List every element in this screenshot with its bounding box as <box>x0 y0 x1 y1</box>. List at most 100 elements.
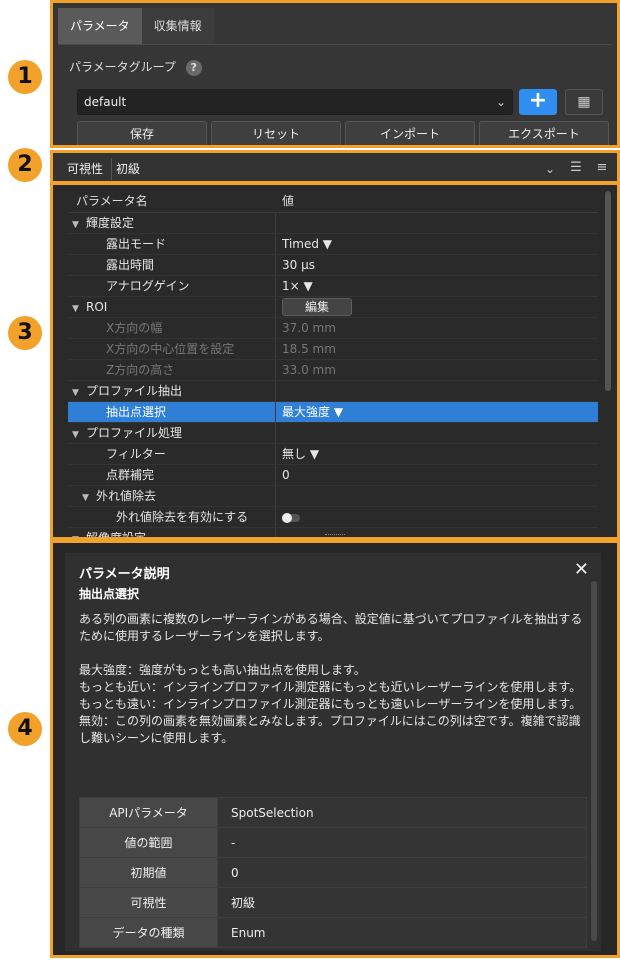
close-icon[interactable]: ✕ <box>574 559 589 580</box>
expand-arrow-icon[interactable]: ▼ <box>72 425 86 443</box>
description-subtitle: 抽出点選択 <box>79 587 140 601</box>
tree-row-label: 外れ値除去を有効にする <box>116 510 249 524</box>
expand-arrow-icon[interactable]: ▼ <box>72 299 86 317</box>
tree-row-label: X方向の中心位置を設定 <box>106 342 235 356</box>
tree-row-value-cell[interactable]: 編集 <box>276 297 352 317</box>
callout-badge-1: 1 <box>8 60 42 94</box>
callout-badge-2: 2 <box>8 148 42 182</box>
tree-scrollbar[interactable] <box>605 191 611 391</box>
tree-row[interactable]: 点群補完 0 <box>68 465 598 486</box>
tree-row-value: 無し ▼ <box>282 447 320 461</box>
table-row: 値の範囲 - <box>79 827 587 858</box>
parameter-tree-panel: パラメータ名 値 ▼ 輝度設定 露出モード Timed ▼ 露出時間 30 μs アナログゲ… <box>50 182 620 540</box>
tab-parameters[interactable]: パラメータ <box>58 8 142 44</box>
visibility-label: 可視性 <box>67 162 104 176</box>
tree-row[interactable]: 露出時間 30 μs <box>68 255 598 276</box>
tree-row[interactable]: X方向の中心位置を設定 18.5 mm <box>68 339 598 360</box>
edit-roi-button[interactable]: 編集 <box>282 298 352 316</box>
collapse-all-icon[interactable]: ≡ <box>593 159 611 177</box>
tree-row[interactable]: ▼ プロファイル処理 <box>68 423 598 444</box>
tree-rows: ▼ 輝度設定 露出モード Timed ▼ 露出時間 30 μs アナログゲイン 1× ▼ ▼ RO… <box>68 213 598 537</box>
tab-collection-info[interactable]: 収集情報 <box>141 8 214 44</box>
tree-row[interactable]: 抽出点選択 最大強度 ▼ <box>68 402 598 423</box>
group-list-button[interactable]: ▦ <box>565 89 603 115</box>
tree-row-name-cell: フィルター <box>68 444 276 464</box>
tree-row-label: フィルター <box>106 447 166 461</box>
expand-arrow-icon[interactable]: ▼ <box>72 383 86 401</box>
info-value: - <box>217 827 587 858</box>
expand-all-icon[interactable]: ☰ <box>567 159 585 177</box>
info-key: 可視性 <box>79 887 218 918</box>
tree-row-value: 33.0 mm <box>282 363 336 377</box>
info-value: SpotSelection <box>217 797 587 828</box>
import-button[interactable]: インポート <box>345 121 475 145</box>
tree-row[interactable]: ▼ 輝度設定 <box>68 213 598 234</box>
info-key: APIパラメータ <box>79 797 218 828</box>
resize-handle[interactable] <box>325 534 345 537</box>
tree-row[interactable]: フィルター 無し ▼ <box>68 444 598 465</box>
tree-row-value-cell[interactable]: 最大強度 ▼ <box>276 402 343 422</box>
tree-row-value: Timed ▼ <box>282 237 333 251</box>
tree-row[interactable]: アナログゲイン 1× ▼ <box>68 276 598 297</box>
tree-row-value-cell[interactable]: Timed ▼ <box>276 234 332 254</box>
tree-row-name-cell: X方向の中心位置を設定 <box>68 339 276 359</box>
tree-row-value: 最大強度 ▼ <box>282 405 344 419</box>
callout-badge-4: 4 <box>8 712 42 746</box>
expand-arrow-icon[interactable]: ▼ <box>72 215 86 233</box>
expand-arrow-icon[interactable]: ▼ <box>82 488 96 506</box>
tree-row-name-cell: 抽出点選択 <box>68 402 276 422</box>
table-row: 可視性 初級 <box>79 887 587 918</box>
tree-row-label: ROI <box>86 300 108 314</box>
tree-row[interactable]: X方向の幅 37.0 mm <box>68 318 598 339</box>
tree-row-name-cell: 点群補完 <box>68 465 276 485</box>
tree-row-name-cell: ▼ プロファイル抽出 <box>68 381 276 401</box>
tree-header: パラメータ名 値 <box>68 189 598 213</box>
tree-row-value-cell[interactable]: 0 <box>276 465 290 485</box>
parameter-group-select[interactable]: default ⌄ <box>77 89 513 115</box>
tree-row-value-cell[interactable] <box>276 507 300 527</box>
parameter-group-value: default <box>84 95 127 109</box>
description-line: 最大強度：強度がもっとも高い抽出点を使用します。 <box>79 663 366 677</box>
tree-row-label: 外れ値除去 <box>96 489 157 503</box>
tree-row-label: 輝度設定 <box>86 216 135 230</box>
tree-row-name-cell: 露出モード <box>68 234 276 254</box>
tree-row-name-cell: ▼ 輝度設定 <box>68 213 276 233</box>
tree-row[interactable]: ▼ 外れ値除去 <box>68 486 598 507</box>
parameter-info-table: APIパラメータ SpotSelection 値の範囲 - 初期値 0 可視性 初級 デ… <box>79 797 587 948</box>
help-icon[interactable]: ? <box>185 59 202 76</box>
tree-row-name-cell: 外れ値除去を有効にする <box>68 507 276 527</box>
table-row: データの種類 Enum <box>79 917 587 948</box>
save-button[interactable]: 保存 <box>77 121 207 145</box>
tree-row[interactable]: 外れ値除去を有効にする <box>68 507 598 528</box>
tree-row-value-cell <box>276 423 282 443</box>
info-key: 値の範囲 <box>79 827 218 858</box>
tree-row[interactable]: 露出モード Timed ▼ <box>68 234 598 255</box>
table-row: APIパラメータ SpotSelection <box>79 797 587 828</box>
tree-row-value: 1× ▼ <box>282 279 313 293</box>
visibility-select[interactable]: 初級 ⌄ <box>111 158 557 180</box>
tree-row[interactable]: ▼ ROI 編集 <box>68 297 598 318</box>
tree-row-value-cell[interactable]: 1× ▼ <box>276 276 313 296</box>
tree-row-label: プロファイル処理 <box>86 426 183 440</box>
tree-row-value-cell[interactable]: 30 μs <box>276 255 315 275</box>
info-key: データの種類 <box>79 917 218 948</box>
description-scrollbar[interactable] <box>591 581 597 941</box>
tree-row-value-cell: 18.5 mm <box>276 339 336 359</box>
tree-row[interactable]: Z方向の高さ 33.0 mm <box>68 360 598 381</box>
tree-row-name-cell: ▼ 解像度設定 <box>68 528 276 537</box>
group-action-buttons: 保存 リセット インポート エクスポート <box>77 121 609 145</box>
tree-row[interactable]: ▼ プロファイル抽出 <box>68 381 598 402</box>
reset-button[interactable]: リセット <box>211 121 341 145</box>
column-header-name: パラメータ名 <box>76 194 148 208</box>
tree-row-name-cell: 露出時間 <box>68 255 276 275</box>
tree-row-value-cell[interactable]: 無し ▼ <box>276 444 319 464</box>
export-button[interactable]: エクスポート <box>479 121 609 145</box>
add-group-button[interactable]: + <box>519 89 557 115</box>
description-line: もっとも遠い：インラインプロファイル測定器にもっとも遠いレーザーラインを使用しま… <box>79 697 582 711</box>
tree-row-value: 37.0 mm <box>282 321 336 335</box>
tree-row-name-cell: ▼ 外れ値除去 <box>68 486 276 506</box>
outlier-removal-toggle[interactable] <box>282 512 300 523</box>
expand-arrow-icon[interactable]: ▼ <box>72 530 86 537</box>
tree-row-value: 30 μs <box>282 258 315 272</box>
tree-row-value: 18.5 mm <box>282 342 336 356</box>
